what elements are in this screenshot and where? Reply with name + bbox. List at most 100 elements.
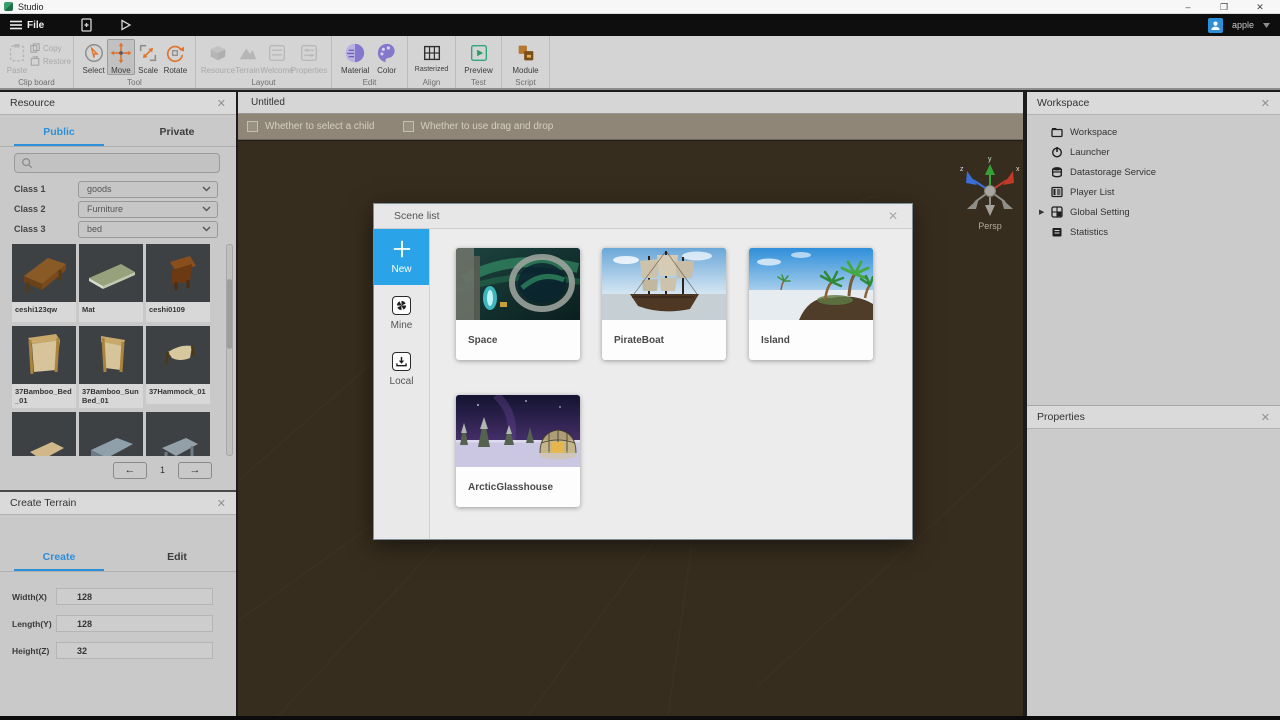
resource-item-partial[interactable] xyxy=(12,412,76,456)
terrain-close-icon[interactable]: ✕ xyxy=(217,497,226,510)
workspace-panel-header: Workspace ✕ xyxy=(1027,92,1280,115)
select-child-checkbox[interactable] xyxy=(247,121,258,132)
select-button[interactable]: Select xyxy=(80,39,107,75)
scale-label: Scale xyxy=(138,66,159,75)
workspace-close-icon[interactable]: ✕ xyxy=(1261,97,1270,110)
resource-grid: ceshi123qw Mat ceshi0109 37Bamboo_Bed_01… xyxy=(12,244,210,456)
close-button[interactable]: ✕ xyxy=(1254,0,1266,14)
material-button[interactable]: Material xyxy=(338,39,372,75)
scene-dialog-header: Scene list ✕ xyxy=(374,204,912,229)
tab-edit[interactable]: Edit xyxy=(118,544,236,571)
tab-mine-scene[interactable]: Mine xyxy=(374,285,429,341)
tree-item-globalsetting[interactable]: ▶ Global Setting xyxy=(1027,202,1280,222)
paste-button[interactable]: Paste xyxy=(6,39,28,75)
statistics-icon xyxy=(1051,226,1063,238)
file-menu[interactable]: File xyxy=(0,14,54,36)
resource-item-partial[interactable] xyxy=(79,412,143,456)
chevron-down-icon xyxy=(202,186,211,192)
play-icon xyxy=(121,19,132,31)
gizmo-persp-label[interactable]: Persp xyxy=(952,221,1023,231)
resource-panel-title: Resource xyxy=(10,97,55,109)
terrain-panel-header: Create Terrain ✕ xyxy=(0,492,236,515)
copy-button[interactable]: Copy xyxy=(30,43,71,53)
tree-item-playerlist[interactable]: Player List xyxy=(1027,182,1280,202)
tree-item-workspace[interactable]: Workspace xyxy=(1027,122,1280,142)
minimize-button[interactable]: – xyxy=(1182,0,1194,14)
properties-toggle-button[interactable]: Properties xyxy=(291,39,327,75)
rasterized-button[interactable]: Rasterized xyxy=(414,39,449,73)
maximize-button[interactable]: ❐ xyxy=(1218,0,1230,14)
terrain-toggle-button[interactable]: Terrain xyxy=(234,39,261,75)
scrollbar-thumb[interactable] xyxy=(227,279,232,349)
resource-item-partial[interactable] xyxy=(146,412,210,456)
toolbar-group-edit: Material Color Edit xyxy=(332,36,408,88)
new-file-button[interactable] xyxy=(80,18,93,32)
resource-item[interactable]: ceshi123qw xyxy=(12,244,76,322)
resource-item[interactable]: 37Bamboo_SunBed_01 xyxy=(79,326,143,408)
resource-item[interactable]: Mat xyxy=(79,244,143,322)
module-button[interactable]: Module xyxy=(508,39,543,75)
copy-icon xyxy=(30,43,40,53)
resource-close-icon[interactable]: ✕ xyxy=(217,97,226,110)
scene-card-arcticglasshouse[interactable]: ArcticGlasshouse xyxy=(456,395,580,507)
scene-card-space[interactable]: Space xyxy=(456,248,580,360)
scene-dialog-close-icon[interactable]: ✕ xyxy=(888,209,898,223)
resource-item[interactable]: ceshi0109 xyxy=(146,244,210,322)
workspace-panel: Workspace ✕ Workspace Launcher Datastora… xyxy=(1027,92,1280,405)
properties-icon xyxy=(300,44,318,62)
search-input[interactable] xyxy=(37,158,187,168)
preview-button[interactable]: Preview xyxy=(462,39,495,75)
properties-close-icon[interactable]: ✕ xyxy=(1261,411,1270,424)
width-field[interactable] xyxy=(56,588,213,605)
scale-icon xyxy=(140,44,157,62)
height-field[interactable] xyxy=(56,642,213,659)
resource-tabs: Public Private xyxy=(0,119,236,147)
player-list-icon xyxy=(1051,186,1063,198)
next-page-button[interactable]: → xyxy=(178,461,212,479)
view-gizmo[interactable]: y z x Persp xyxy=(952,156,1023,231)
scale-button[interactable]: Scale xyxy=(135,39,162,75)
class3-label: Class 3 xyxy=(14,224,46,234)
rotate-button[interactable]: Rotate xyxy=(162,39,189,75)
restore-label: Restore xyxy=(43,56,72,66)
color-button[interactable]: Color xyxy=(372,39,401,75)
user-avatar[interactable] xyxy=(1207,17,1223,33)
scene-card-pirateboat[interactable]: PirateBoat xyxy=(602,248,726,360)
tree-item-statistics[interactable]: Statistics xyxy=(1027,222,1280,242)
module-label: Module xyxy=(512,66,539,75)
tab-local-scene[interactable]: Local xyxy=(374,341,429,397)
tab-public[interactable]: Public xyxy=(0,119,118,146)
search-box[interactable] xyxy=(14,153,220,173)
welcome-toggle-button[interactable]: Welcome xyxy=(260,39,294,75)
resource-item[interactable]: 37Bamboo_Bed_01 xyxy=(12,326,76,408)
tree-item-datastorage[interactable]: Datastorage Service xyxy=(1027,162,1280,182)
tree-item-launcher[interactable]: Launcher xyxy=(1027,142,1280,162)
group-label-test: Test xyxy=(471,78,486,87)
class3-select[interactable]: bed xyxy=(78,220,218,238)
tab-create[interactable]: Create xyxy=(0,544,118,571)
resource-toggle-button[interactable]: Resource xyxy=(201,39,235,75)
resource-item[interactable]: 37Hammock_01 xyxy=(146,326,210,408)
resource-scrollbar[interactable] xyxy=(226,244,233,456)
scene-card-island[interactable]: Island xyxy=(749,248,873,360)
scene-thumbnail xyxy=(602,248,726,320)
restore-button[interactable]: Restore xyxy=(30,56,71,66)
length-field[interactable] xyxy=(56,615,213,632)
run-button[interactable] xyxy=(119,18,132,32)
prev-page-button[interactable]: ← xyxy=(112,461,147,479)
expand-caret-icon[interactable]: ▶ xyxy=(1039,208,1044,216)
rasterized-icon xyxy=(423,45,440,61)
drag-drop-checkbox[interactable] xyxy=(402,121,414,132)
toolbar-group-tool: Select Move Scale Rotate Tool xyxy=(74,36,196,88)
mine-icon xyxy=(392,295,411,315)
move-button[interactable]: Move xyxy=(107,39,135,75)
class1-select[interactable]: goods xyxy=(78,180,218,198)
class1-row: Class 1 goods xyxy=(14,180,218,198)
chevron-down-icon[interactable] xyxy=(1263,22,1270,28)
viewport-tab[interactable]: Untitled xyxy=(238,92,1023,114)
left-panel-column: Resource ✕ Public Private Class 1 goods … xyxy=(0,92,236,716)
tab-private[interactable]: Private xyxy=(118,119,236,146)
tab-new-scene[interactable]: New xyxy=(374,229,429,285)
color-label: Color xyxy=(377,66,397,75)
class2-select[interactable]: Furniture xyxy=(78,200,218,218)
